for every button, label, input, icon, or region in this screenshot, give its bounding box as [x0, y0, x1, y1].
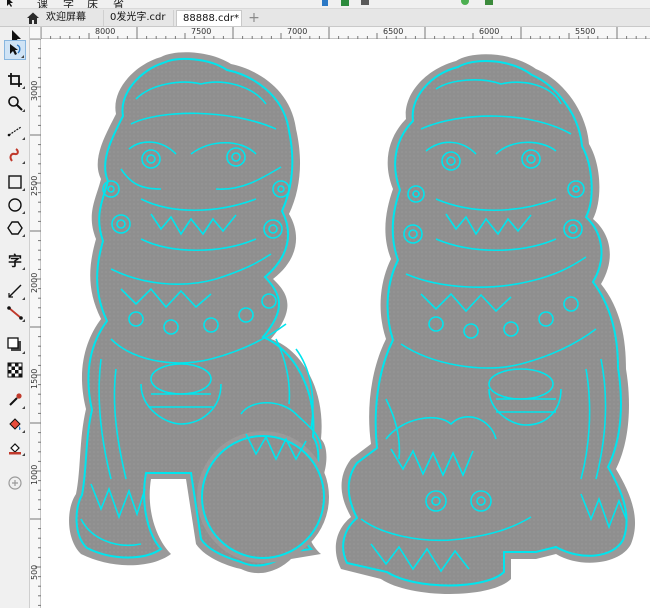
flyout-indicator	[22, 267, 25, 270]
options-icon[interactable]	[484, 0, 494, 7]
toolbar-item[interactable]: 课	[37, 0, 48, 8]
tab-document-active[interactable]: 88888.cdr*	[176, 10, 242, 26]
freehand-icon	[7, 126, 22, 137]
document-icon[interactable]	[320, 0, 330, 7]
flyout-indicator	[22, 453, 25, 456]
polygon-tool[interactable]	[4, 218, 26, 238]
ruler-label: 8000	[95, 27, 116, 36]
flyout-indicator	[22, 137, 25, 140]
new-tab-button[interactable]: +	[247, 11, 261, 25]
flyout-indicator	[22, 161, 25, 164]
ellipse-icon	[8, 198, 22, 212]
ruler-label: 7000	[287, 27, 308, 36]
toolbar-item[interactable]: 字	[63, 0, 74, 8]
shape-tool[interactable]	[4, 40, 26, 60]
freehand-tool[interactable]	[4, 121, 26, 141]
add-tool-icon	[8, 476, 22, 490]
flyout-indicator	[22, 351, 25, 354]
ruler-label: 2000	[30, 272, 39, 293]
drop-shadow-icon	[7, 337, 21, 351]
flyout-indicator	[22, 406, 25, 409]
rectangle-icon	[8, 175, 22, 189]
ruler-label: 1000	[30, 464, 39, 485]
lion-artwork[interactable]	[41, 39, 650, 608]
toolbox: 字	[0, 27, 30, 608]
flyout-indicator	[22, 430, 25, 433]
corel-draw-window: 课 字 床 省 欢迎屏幕 0发光字.cdr 88888.cdr* + 字 800…	[0, 0, 650, 608]
tab-label: 欢迎屏幕	[46, 12, 86, 23]
connector-icon	[7, 306, 23, 320]
document-tab-bar: 欢迎屏幕 0发光字.cdr 88888.cdr* +	[0, 9, 650, 27]
dimension-icon	[8, 284, 22, 298]
transparency-tool[interactable]	[4, 360, 26, 380]
ellipse-tool[interactable]	[4, 195, 26, 215]
flyout-indicator	[22, 211, 25, 214]
ruler-label: 3000	[30, 80, 39, 101]
ruler-label: 7500	[191, 27, 212, 36]
left-lion-silhouette[interactable]	[69, 52, 329, 574]
smart-fill-tool[interactable]	[4, 437, 26, 457]
horizontal-ruler[interactable]: 8000 7500 7000 6500 6000 5500	[41, 27, 650, 39]
save-icon[interactable]	[340, 0, 350, 7]
ruler-label: 1500	[30, 368, 39, 389]
home-icon[interactable]	[26, 11, 40, 25]
tab-welcome-screen[interactable]: 欢迎屏幕	[40, 10, 104, 26]
connector-tool[interactable]	[4, 303, 26, 323]
transparency-icon	[7, 362, 23, 378]
ruler-label: 6500	[383, 27, 404, 36]
text-tool[interactable]: 字	[4, 251, 26, 271]
interactive-fill-tool[interactable]	[4, 414, 26, 434]
drawing-canvas[interactable]	[41, 39, 650, 608]
ruler-ticks	[41, 27, 647, 39]
dimension-tool[interactable]	[4, 281, 26, 301]
right-lion-silhouette[interactable]	[335, 54, 636, 594]
ruler-label: 5500	[575, 27, 596, 36]
ruler-label: 6000	[479, 27, 500, 36]
flyout-indicator	[22, 109, 25, 112]
flyout-indicator	[22, 319, 25, 322]
eyedropper-icon	[9, 393, 22, 406]
flyout-indicator	[21, 55, 24, 58]
ruler-label: 500	[30, 564, 39, 580]
eyedropper-tool[interactable]	[4, 390, 26, 410]
ruler-origin[interactable]	[30, 27, 41, 39]
toolbar-item[interactable]: 省	[113, 0, 124, 8]
rectangle-tool[interactable]	[4, 172, 26, 192]
add-tool-button[interactable]	[4, 473, 26, 493]
import-icon[interactable]	[360, 0, 370, 7]
flyout-indicator	[22, 86, 25, 89]
tab-label: 88888.cdr*	[183, 13, 239, 24]
flyout-indicator	[22, 297, 25, 300]
zoom-icon	[8, 96, 23, 111]
ruler-ticks	[30, 39, 41, 606]
corel-connect-icon[interactable]	[460, 0, 470, 7]
tab-document-1[interactable]: 0发光字.cdr	[104, 10, 174, 26]
interactive-fill-icon	[9, 418, 21, 430]
text-icon: 字	[8, 254, 22, 270]
drop-shadow-tool[interactable]	[4, 335, 26, 355]
zoom-tool[interactable]	[4, 93, 26, 113]
flyout-indicator	[22, 234, 25, 237]
vertical-ruler[interactable]: 3000 2500 2000 1500 1000 500	[30, 39, 41, 608]
flyout-indicator	[22, 188, 25, 191]
tab-label: 0发光字.cdr	[110, 12, 166, 23]
smart-fill-icon	[9, 443, 21, 455]
crop-icon	[8, 73, 22, 87]
ruler-label: 2500	[30, 175, 39, 196]
crop-tool[interactable]	[4, 70, 26, 90]
artistic-media-tool[interactable]	[4, 145, 26, 165]
polygon-icon	[7, 221, 23, 235]
standard-toolbar: 课 字 床 省	[0, 0, 650, 9]
artistic-media-icon	[9, 148, 19, 162]
pick-arrow-icon[interactable]	[5, 0, 15, 7]
toolbar-item[interactable]: 床	[87, 0, 98, 8]
